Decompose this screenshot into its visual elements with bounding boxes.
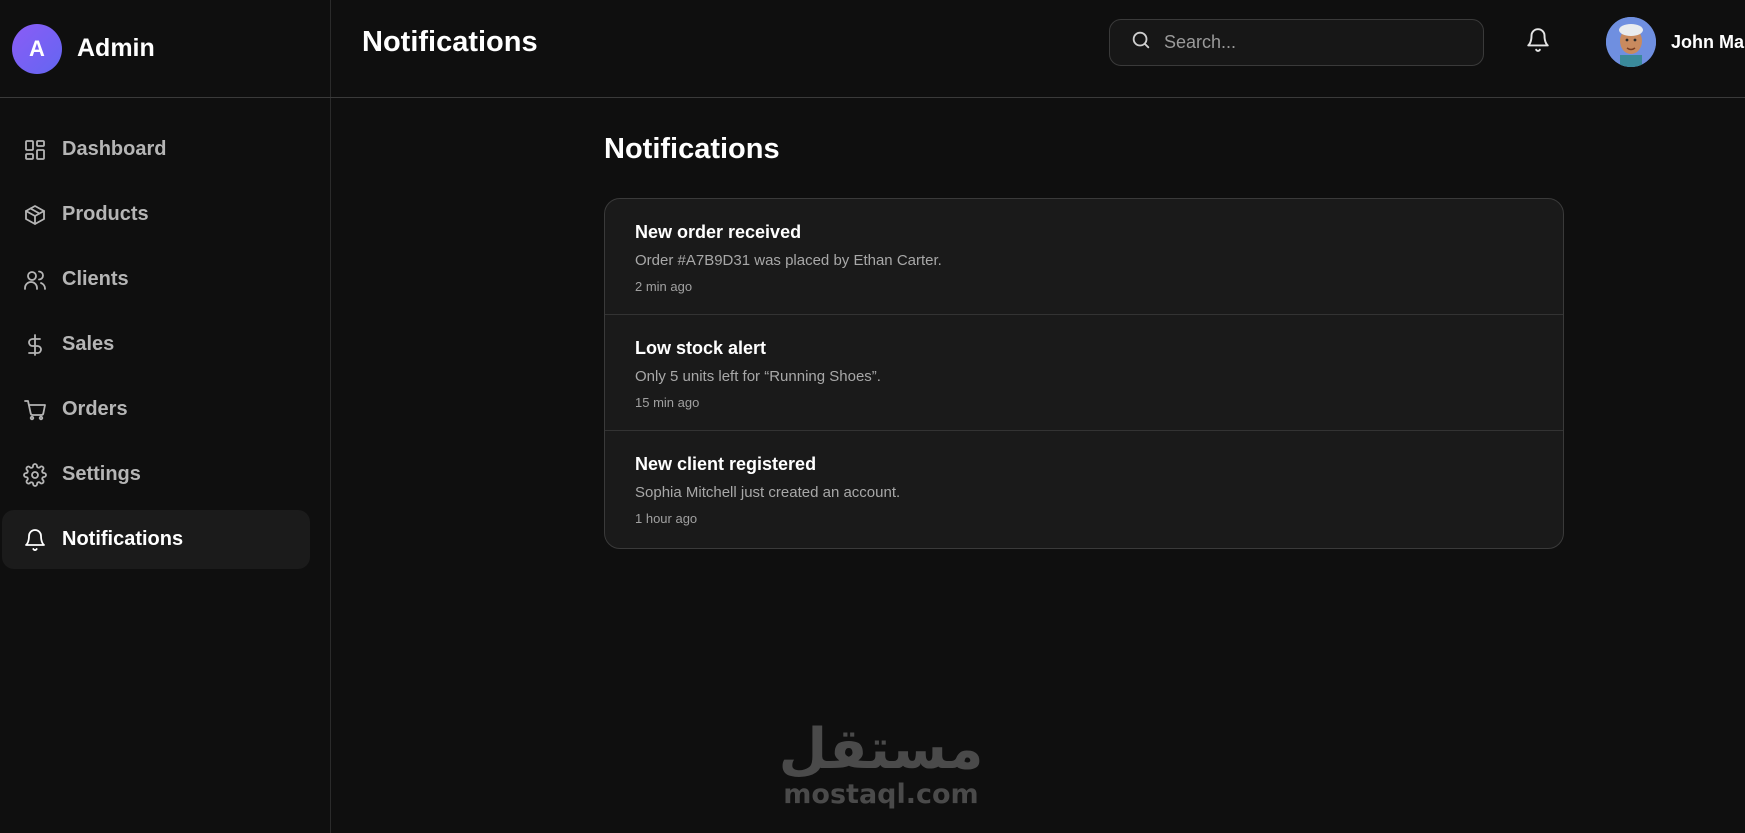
watermark: مستقل mostaql.com	[766, 720, 996, 810]
bell-icon	[22, 527, 48, 553]
sidebar-item-notifications[interactable]: Notifications	[2, 510, 310, 569]
brand-avatar: A	[12, 23, 62, 74]
notification-body: Order #A7B9D31 was placed by Ethan Carte…	[635, 252, 942, 269]
search-icon	[1130, 29, 1152, 56]
users-icon	[22, 267, 48, 293]
search-input[interactable]	[1164, 32, 1464, 53]
dashboard-grid-icon	[22, 137, 48, 163]
user-menu[interactable]: John Mar	[1606, 17, 1745, 67]
bell-icon	[1525, 27, 1551, 58]
notification-title: New client registered	[635, 454, 817, 474]
notification-item[interactable]: New order received Order #A7B9D31 was pl…	[605, 199, 1563, 315]
gear-icon	[22, 462, 48, 488]
notification-item[interactable]: Low stock alert Only 5 units left for “R…	[605, 315, 1563, 431]
cart-icon	[22, 397, 48, 423]
avatar	[1606, 17, 1656, 67]
sidebar-item-label: Notifications	[62, 528, 184, 550]
brand[interactable]: A Admin	[0, 0, 331, 98]
sidebar-item-label: Dashboard	[62, 138, 167, 160]
admin-app: A Admin Dashboard Products Clients Sales…	[0, 0, 1745, 833]
header-title: Notifications	[362, 26, 538, 58]
brand-name: Admin	[77, 34, 155, 62]
notification-time: 2 min ago	[635, 279, 693, 294]
notification-title: New order received	[635, 222, 802, 242]
notifications-list: New order received Order #A7B9D31 was pl…	[604, 198, 1564, 549]
sidebar-item-orders[interactable]: Orders	[2, 380, 310, 439]
sidebar-item-label: Orders	[62, 398, 128, 420]
notification-time: 1 hour ago	[635, 511, 698, 526]
top-header: Notifications Search... John Mar	[331, 0, 1745, 98]
sidebar-item-clients[interactable]: Clients	[2, 250, 310, 309]
main-content: Notifications New order received Order #…	[331, 98, 1745, 833]
dollar-icon	[22, 332, 48, 358]
sidebar-item-dashboard[interactable]: Dashboard	[2, 120, 310, 179]
notification-title: Low stock alert	[635, 338, 767, 358]
sidebar-item-label: Settings	[62, 463, 141, 485]
sidebar-item-label: Sales	[62, 333, 115, 355]
notification-body: Sophia Mitchell just created an account.	[635, 484, 901, 501]
sidebar-item-sales[interactable]: Sales	[2, 315, 310, 374]
sidebar-item-settings[interactable]: Settings	[2, 445, 310, 504]
sidebar-nav: Dashboard Products Clients Sales Orders …	[0, 98, 330, 569]
notification-time: 15 min ago	[635, 395, 700, 410]
notifications-button[interactable]	[1523, 27, 1553, 57]
sidebar-item-label: Clients	[62, 268, 129, 290]
page-title: Notifications	[604, 133, 780, 165]
search-box[interactable]	[1109, 19, 1484, 66]
sidebar-item-label: Products	[62, 203, 149, 225]
notification-body: Only 5 units left for “Running Shoes”.	[635, 368, 881, 385]
user-name: John Mar	[1671, 31, 1745, 52]
watermark-arabic: مستقل	[778, 717, 984, 782]
sidebar-item-products[interactable]: Products	[2, 185, 310, 244]
watermark-latin: mostaql.com	[783, 779, 979, 810]
box-icon	[22, 202, 48, 228]
sidebar: A Admin Dashboard Products Clients Sales…	[0, 0, 331, 833]
notification-item[interactable]: New client registered Sophia Mitchell ju…	[605, 431, 1563, 547]
